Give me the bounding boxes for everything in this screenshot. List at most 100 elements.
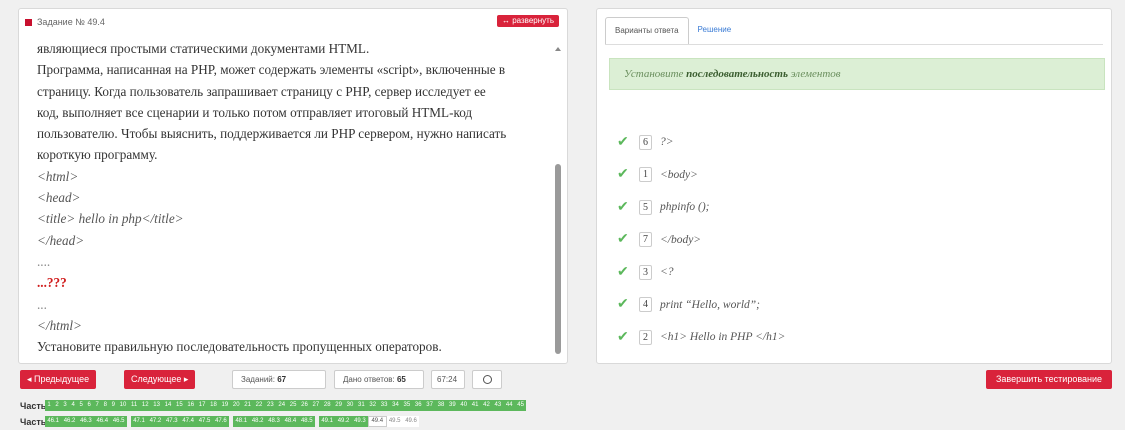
question-nav-item[interactable]: 49.1 <box>319 416 336 427</box>
question-nav-item[interactable]: 41 <box>469 400 481 411</box>
tab-solution[interactable]: Решение <box>689 17 741 45</box>
question-nav-item[interactable]: 46.3 <box>77 416 95 427</box>
question-nav-item[interactable]: 33 <box>378 400 390 411</box>
question-nav-item[interactable]: 48.1 <box>233 416 250 427</box>
question-nav-item[interactable]: 47.1 <box>130 416 148 427</box>
question-nav-item[interactable]: 47.6 <box>212 416 230 427</box>
question-nav-item[interactable]: 5 <box>77 400 86 411</box>
question-nav-item[interactable]: 38 <box>435 400 447 411</box>
task-text-line: </head> <box>37 232 85 248</box>
answer-item[interactable]: ✔ 5 phpinfo (); <box>617 198 710 216</box>
question-nav-item[interactable]: 22 <box>253 400 265 411</box>
prev-button[interactable]: ◂ Предыдущее <box>20 370 97 389</box>
question-nav-item[interactable]: 43 <box>492 400 504 411</box>
task-title: Задание № 49.4 <box>37 17 105 27</box>
next-button[interactable]: Следующее ▸ <box>124 370 196 389</box>
question-nav-item[interactable]: 47.4 <box>180 416 197 427</box>
part1-row: 1 2 3 4 5 6 7 8 9 10 11 12 13 14 15 16 17 18 19 20 21 22 23 24 2… <box>45 400 527 411</box>
question-nav-item[interactable]: 47.3 <box>163 416 180 427</box>
question-nav-item[interactable]: 28 <box>321 400 333 411</box>
question-nav-item[interactable]: 47.2 <box>147 416 164 427</box>
question-nav-item[interactable]: 16 <box>185 400 197 411</box>
question-nav-item[interactable]: 39 <box>446 400 459 411</box>
tab-answer-options[interactable]: Варианты ответа <box>605 17 689 45</box>
question-nav-item[interactable]: 3 <box>61 400 70 411</box>
question-nav-item[interactable]: 1 <box>45 400 54 411</box>
question-nav-item[interactable]: 29 <box>332 400 345 411</box>
answer-order-number[interactable]: 3 <box>639 264 652 280</box>
question-nav-item[interactable]: 32 <box>367 400 379 411</box>
question-nav-item[interactable]: 49.3 <box>351 416 369 427</box>
question-nav-item[interactable]: 17 <box>196 400 208 411</box>
clock-icon <box>482 375 492 385</box>
question-nav-item[interactable]: 6 <box>85 400 94 411</box>
question-nav-item[interactable]: 4 <box>69 400 78 411</box>
question-nav-item[interactable]: 40 <box>458 400 470 411</box>
question-nav-item[interactable]: 35 <box>401 400 413 411</box>
question-nav-item[interactable]: 48.2 <box>249 416 266 427</box>
answer-order-number[interactable]: 2 <box>639 329 652 345</box>
task-text-line: являющиеся простыми статическими докумен… <box>37 41 370 56</box>
expand-button[interactable]: ↔ развернуть <box>496 15 559 27</box>
answer-item[interactable]: ✔ 3 <? <box>617 263 674 281</box>
question-nav-item[interactable]: 24 <box>276 400 288 411</box>
answer-item[interactable]: ✔ 6 ?> <box>617 133 674 151</box>
question-nav-item[interactable]: 12 <box>139 400 151 411</box>
answer-item[interactable]: ✔ 1 <body> <box>617 166 698 184</box>
answer-order-number[interactable]: 1 <box>639 167 652 182</box>
question-nav-item[interactable]: 36 <box>412 400 424 411</box>
check-icon: ✔ <box>617 199 629 215</box>
finish-test-button[interactable]: Завершить тестирование <box>986 370 1112 389</box>
question-nav-item[interactable]: 42 <box>480 400 493 411</box>
clock-button[interactable] <box>472 370 502 389</box>
answered-count-value: 65 <box>396 375 406 384</box>
task-header: Задание № 49.4 <box>25 16 105 28</box>
scrollbar-thumb[interactable] <box>555 164 561 354</box>
question-nav-item[interactable]: 10 <box>117 400 129 411</box>
question-nav-item[interactable]: 19 <box>219 400 231 411</box>
scrollbar[interactable] <box>555 36 561 361</box>
check-icon: ✔ <box>617 134 629 150</box>
question-nav-item[interactable]: 8 <box>101 400 110 411</box>
question-nav-item[interactable]: 48.5 <box>298 416 315 427</box>
question-nav-item[interactable]: 30 <box>344 400 356 411</box>
question-nav-item[interactable]: 47.5 <box>196 416 213 427</box>
question-nav-item[interactable]: 46.2 <box>61 416 78 427</box>
question-nav-item[interactable]: 23 <box>264 400 277 411</box>
question-nav-item[interactable]: 15 <box>173 400 186 411</box>
answer-item[interactable]: ✔ 7 </body> <box>617 231 701 249</box>
question-nav-item[interactable]: 9 <box>109 400 118 411</box>
question-nav-item[interactable]: 48.4 <box>282 416 299 427</box>
answer-item[interactable]: ✔ 2 <h1> Hello in PHP </h1> <box>617 328 785 346</box>
question-nav-item[interactable]: 18 <box>207 400 220 411</box>
question-nav-item[interactable]: 20 <box>230 400 242 411</box>
question-nav-item[interactable]: 34 <box>389 400 402 411</box>
question-nav-item[interactable]: 25 <box>287 400 299 411</box>
question-nav-item[interactable]: 7 <box>93 400 102 411</box>
answer-text: print “Hello, world”; <box>660 298 761 311</box>
question-nav-item[interactable]: 48.3 <box>265 416 283 427</box>
question-nav-item[interactable]: 26 <box>298 400 311 411</box>
question-nav-item[interactable]: 2 <box>53 400 62 411</box>
question-nav-item[interactable]: 44 <box>503 400 515 411</box>
question-nav-item[interactable]: 46.1 <box>45 416 62 427</box>
answer-order-number[interactable]: 6 <box>639 134 652 150</box>
question-nav-item[interactable]: 27 <box>310 400 322 411</box>
question-nav-item[interactable]: 49.6 <box>402 416 420 427</box>
question-nav-item[interactable]: 31 <box>355 400 368 411</box>
question-nav-item[interactable]: 49.5 <box>386 416 403 427</box>
question-nav-item[interactable]: 46.4 <box>94 416 111 427</box>
question-nav-item[interactable]: 49.4 <box>368 416 387 427</box>
question-nav-item[interactable]: 37 <box>423 400 436 411</box>
question-nav-item[interactable]: 46.5 <box>110 416 127 427</box>
answer-item[interactable]: ✔ 4 print “Hello, world”; <box>617 296 760 314</box>
answer-order-number[interactable]: 5 <box>639 199 652 215</box>
answer-order-number[interactable]: 7 <box>639 232 652 247</box>
question-nav-item[interactable]: 49.2 <box>335 416 352 427</box>
answer-order-number[interactable]: 4 <box>639 297 652 312</box>
question-nav-item[interactable]: 14 <box>162 400 174 411</box>
question-nav-item[interactable]: 11 <box>128 400 140 411</box>
question-nav-item[interactable]: 21 <box>241 400 254 411</box>
question-nav-item[interactable]: 13 <box>150 400 163 411</box>
question-nav-item[interactable]: 45 <box>514 400 527 411</box>
